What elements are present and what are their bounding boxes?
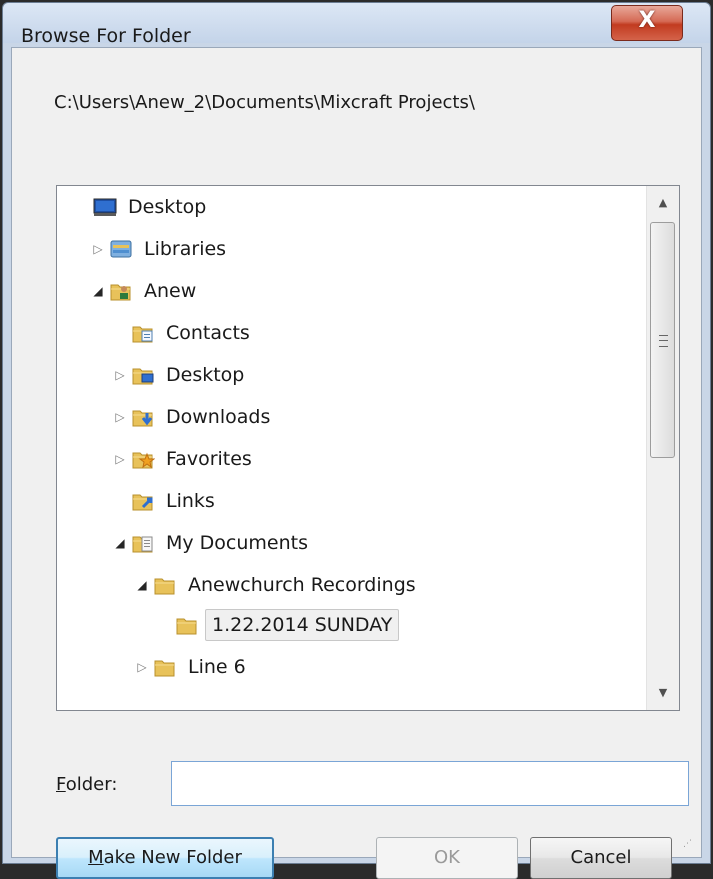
- contacts-folder-icon: [131, 321, 155, 345]
- tree-item-label: 1.22.2014 SUNDAY: [205, 609, 400, 641]
- expanded-arrow-icon[interactable]: ◢: [113, 536, 127, 550]
- folder-field-label: Folder:: [56, 774, 117, 795]
- tree-item-label: Downloads: [166, 406, 271, 428]
- make-new-folder-button[interactable]: Make New Folder: [56, 837, 274, 879]
- tree-item-label: Line 6: [188, 656, 246, 678]
- tree-item-label: Anew: [144, 280, 197, 302]
- folder-icon: [153, 655, 177, 679]
- scroll-thumb[interactable]: [650, 222, 675, 458]
- tree-item[interactable]: Desktop: [75, 188, 211, 226]
- folder-input[interactable]: [171, 761, 689, 806]
- cancel-button[interactable]: Cancel: [530, 837, 672, 879]
- folder-label-accelerator: F: [56, 774, 66, 795]
- tree-item-label: Desktop: [128, 196, 207, 218]
- libraries-icon: [109, 237, 133, 261]
- folder-icon: [175, 613, 199, 637]
- tree-item-selected[interactable]: 1.22.2014 SUNDAY: [157, 606, 400, 644]
- tree-item[interactable]: ▷ Libraries: [91, 230, 231, 268]
- current-path-label: C:\Users\Anew_2\Documents\Mixcraft Proje…: [54, 92, 475, 113]
- links-folder-icon: [131, 489, 155, 513]
- vertical-scrollbar[interactable]: ▲ ▼: [646, 186, 679, 710]
- favorites-folder-icon: [131, 447, 155, 471]
- tree-item[interactable]: ▷ Downloads: [113, 398, 275, 436]
- close-button[interactable]: X: [611, 5, 683, 41]
- folder-label-text: older:: [65, 774, 118, 795]
- expanded-arrow-icon[interactable]: ◢: [91, 284, 105, 298]
- tree-item[interactable]: ▷ Line 6: [135, 648, 251, 686]
- tree-item-label: Anewchurch Recordings: [188, 574, 416, 596]
- collapsed-arrow-icon[interactable]: ▷: [135, 660, 149, 674]
- tree-item-label: Contacts: [166, 322, 250, 344]
- desktop-icon: [93, 195, 117, 219]
- user-folder-icon: [109, 279, 133, 303]
- scroll-up-arrow-icon[interactable]: ▲: [647, 186, 679, 220]
- collapsed-arrow-icon[interactable]: ▷: [113, 368, 127, 382]
- tree-item[interactable]: ◢ Anew: [91, 272, 201, 310]
- tree-item-label: My Documents: [166, 532, 309, 554]
- dialog-body: C:\Users\Anew_2\Documents\Mixcraft Proje…: [11, 47, 702, 879]
- tree-item[interactable]: ◢ Anewchurch Recordings: [135, 566, 421, 604]
- collapsed-arrow-icon[interactable]: ▷: [113, 452, 127, 466]
- browse-for-folder-dialog: Browse For Folder X C:\Users\Anew_2\Docu…: [2, 2, 711, 879]
- resize-grip-icon[interactable]: ⋰: [683, 839, 695, 851]
- make-new-folder-accelerator: M: [88, 847, 104, 868]
- tree-item[interactable]: Contacts: [113, 314, 255, 352]
- grip-icon: [659, 335, 668, 347]
- tree-item-label: Libraries: [144, 238, 227, 260]
- desktop-folder-icon: [131, 363, 155, 387]
- downloads-folder-icon: [131, 405, 155, 429]
- dialog-title: Browse For Folder: [21, 25, 191, 47]
- documents-folder-icon: [131, 531, 155, 555]
- tree-item[interactable]: ▷ Favorites: [113, 440, 257, 478]
- tree-item-label: Links: [166, 490, 215, 512]
- tree-item[interactable]: ▷ Desktop: [113, 356, 249, 394]
- expanded-arrow-icon[interactable]: ◢: [135, 578, 149, 592]
- tree-item-label: Desktop: [166, 364, 245, 386]
- tree-item[interactable]: Links: [113, 482, 220, 520]
- collapsed-arrow-icon[interactable]: ▷: [113, 410, 127, 424]
- folder-tree[interactable]: Desktop ▷ Libraries ◢ Anew Contacts ▷ Desktop ▷ D…: [56, 185, 680, 711]
- scroll-down-arrow-icon[interactable]: ▼: [647, 676, 679, 710]
- folder-icon: [153, 573, 177, 597]
- tree-item[interactable]: ◢ My Documents: [113, 524, 313, 562]
- make-new-folder-label: ake New Folder: [103, 847, 242, 868]
- tree-item-label: Favorites: [166, 448, 252, 470]
- close-icon: X: [638, 8, 656, 33]
- title-bar[interactable]: Browse For Folder X: [3, 3, 710, 47]
- ok-button[interactable]: OK: [376, 837, 518, 879]
- collapsed-arrow-icon[interactable]: ▷: [91, 242, 105, 256]
